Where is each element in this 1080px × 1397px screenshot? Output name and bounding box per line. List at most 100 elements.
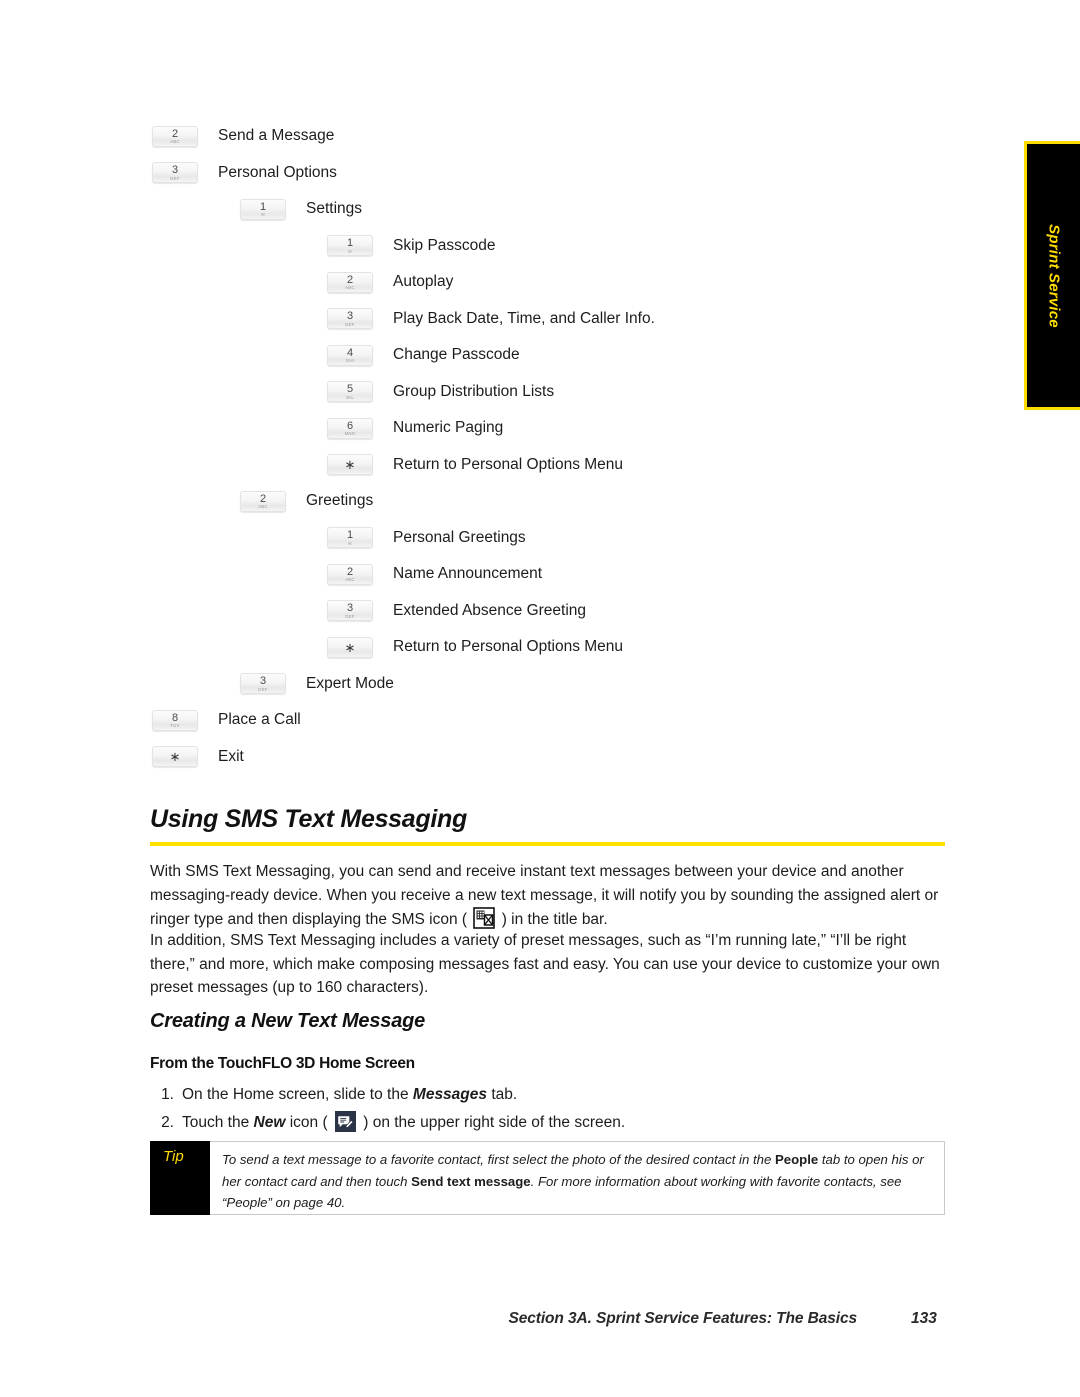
procedure-steps: 1. On the Home screen, slide to the Mess… [150,1081,945,1137]
keycap-letters: TUV [170,723,180,728]
footer-section-title: Section 3A. Sprint Service Features: The… [508,1310,858,1327]
menu-tree-row: 5 JKL Group Distribution Lists [0,374,950,411]
menu-tree-row-label: Skip Passcode [393,236,496,254]
new-message-icon [334,1111,356,1132]
keycap-number: 6 [346,419,354,432]
keycap-letters: DEF [258,686,268,692]
menu-tree-row: 3 DEF Expert Mode [0,666,950,703]
keypad-key-star-icon: ∗ [152,746,198,768]
menu-tree-row-label: Settings [306,200,363,218]
section-thumb-tab-label: Sprint Service [1045,223,1062,328]
keycap-letters: ABC [345,285,355,290]
keycap-number: 2 [346,565,354,578]
menu-tree-row: 1 ✉ Settings [0,191,950,228]
menu-tree-row: 6 MNO Numeric Paging [0,410,950,447]
procedure-heading: From the TouchFLO 3D Home Screen [150,1055,415,1072]
keycap-number: 2 [259,492,267,505]
keypad-key-1-icon: 1 ✉ [327,235,373,257]
keycap-number: 3 [259,675,267,687]
step-number: 2. [161,1114,174,1131]
list-item: 1. On the Home screen, slide to the Mess… [150,1081,945,1109]
keycap-letters: ✉ [348,540,352,546]
keypad-key-star-icon: ∗ [327,636,373,658]
keycap-letters: GHI [345,358,355,363]
menu-tree-row-label: Greetings [306,492,374,510]
step-1-text-a: On the Home screen, slide to the [182,1086,413,1103]
step-number: 1. [161,1086,174,1103]
keypad-key-1-icon: 1 ✉ [327,527,373,549]
sms-notification-icon [473,907,496,929]
menu-tree-row-label: Personal Options [218,163,337,181]
menu-tree-row-label: Autoplay [393,273,454,291]
menu-tree-row: 2 ABC Name Announcement [0,556,950,593]
keypad-key-2-icon: 2 ABC [240,490,286,512]
menu-tree-row: 1 ✉ Personal Greetings [0,520,950,557]
menu-tree-row: 2 ABC Greetings [0,483,950,520]
menu-tree-row-label: Group Distribution Lists [393,382,555,400]
step-2-emphasis: New [253,1114,286,1131]
menu-tree-row: 3 DEF Personal Options [0,155,950,192]
menu-tree-row-label: Send a Message [218,127,335,145]
step-2-text-c: ) on the upper right side of the screen. [358,1114,626,1131]
keypad-key-2-icon: 2 ABC [152,125,198,147]
keypad-key-5-icon: 5 JKL [327,381,373,403]
keycap-number: 5 [346,383,354,395]
keycap-number: ∗ [344,639,356,655]
step-text: Touch the New icon ( ) on the upper righ… [182,1109,625,1137]
section-thumb-tab: Sprint Service [1024,141,1080,410]
keypad-key-3-icon: 3 DEF [240,673,286,695]
keycap-number: ∗ [169,749,181,764]
menu-tree-row-label: Extended Absence Greeting [393,601,587,619]
menu-tree-row: 1 ✉ Skip Passcode [0,228,950,265]
keycap-letters: ABC [258,504,268,509]
keycap-number: 4 [346,346,354,359]
keycap-number: ∗ [344,457,356,472]
menu-tree-row: 4 GHI Change Passcode [0,337,950,374]
keycap-letters: ✉ [261,212,265,217]
keycap-letters: MNO [344,431,356,436]
tip-text: To send a text message to a favorite con… [210,1142,944,1214]
menu-tree-row-label: Change Passcode [393,346,520,364]
menu-tree-row: 2 ABC Autoplay [0,264,950,301]
menu-tree-row-label: Return to Personal Options Menu [393,638,624,656]
keypad-key-1-icon: 1 ✉ [240,198,286,220]
footer-page-number: 133 [911,1310,937,1327]
intro-paragraph-text-b: ) in the title bar. [497,911,608,928]
keycap-number: 3 [346,602,354,614]
tip-callout: Tip To send a text message to a favorite… [150,1141,945,1215]
keycap-number: 3 [346,310,354,322]
step-1-text-b: tab. [487,1086,518,1103]
page-footer: Section 3A. Sprint Service Features: The… [150,1310,945,1328]
menu-tree-row-label: Exit [218,747,244,765]
menu-tree-row: 8 TUV Place a Call [0,702,950,739]
keypad-key-8-icon: 8 TUV [152,709,198,731]
step-1-emphasis: Messages [412,1086,488,1103]
step-2-text-b: icon ( [285,1114,332,1131]
menu-tree-row: 3 DEF Play Back Date, Time, and Caller Inf… [0,301,950,338]
keypad-key-3-icon: 3 DEF [327,308,373,330]
step-text: On the Home screen, slide to the Message… [182,1081,517,1109]
keypad-key-3-icon: 3 DEF [327,600,373,622]
tip-bold-people: People [774,1152,819,1167]
menu-tree-row-label: Play Back Date, Time, and Caller Info. [393,309,655,327]
preset-messages-paragraph: In addition, SMS Text Messaging includes… [150,932,940,996]
keycap-number: 2 [171,127,179,140]
list-item: 2. Touch the New icon ( ) on the upper r… [150,1109,945,1137]
keycap-number: 8 [171,711,179,724]
menu-tree-row: ∗ Return to Personal Options Menu [0,629,950,666]
section-heading: Using SMS Text Messaging [150,805,467,833]
keycap-letters: DEF [345,613,355,619]
document-page: Sprint Service 2 ABC Send a Message 3 DEF Per… [0,0,1080,1397]
keycap-number: 3 [171,164,179,176]
keycap-letters: ✉ [348,248,352,254]
keypad-key-3-icon: 3 DEF [152,162,198,184]
keycap-number: 1 [346,237,354,249]
tip-bold-send-text-message: Send text message [411,1173,531,1189]
menu-tree-row: ∗ Exit [0,739,950,776]
menu-tree-row: ∗ Return to Personal Options Menu [0,447,950,484]
keycap-number: 1 [346,529,354,541]
intro-paragraph: With SMS Text Messaging, you can send an… [150,860,945,932]
menu-tree-row-label: Place a Call [218,711,301,729]
step-2-text-a: Touch the [182,1114,254,1131]
subsection-heading: Creating a New Text Message [150,1010,426,1032]
